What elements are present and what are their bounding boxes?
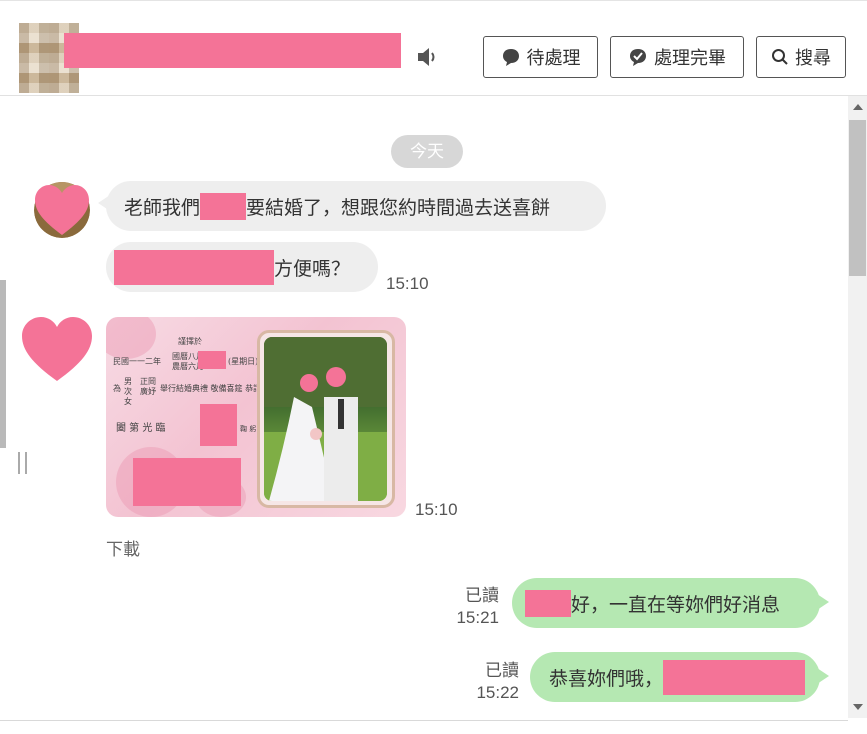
search-button[interactable]: 搜尋 <box>756 36 846 78</box>
done-button[interactable]: 處理完畢 <box>610 36 744 78</box>
invite-text: 男次 女 <box>124 377 132 406</box>
redacted-name <box>525 589 571 617</box>
message-bubble-2[interactable]: 方便嗎？ <box>106 242 378 292</box>
invite-text: 鞠 躬 <box>240 425 257 433</box>
message-time: 15:21 <box>456 608 499 627</box>
invite-text: (星期日) <box>228 357 259 366</box>
redacted-text <box>663 659 806 695</box>
search-label: 搜尋 <box>795 48 831 68</box>
sender-avatar-heart-icon[interactable] <box>20 315 94 383</box>
chat-header: 待處理 處理完畢 搜尋 <box>0 0 867 96</box>
message-time: 15:10 <box>415 500 458 519</box>
read-label: 已讀 <box>485 661 519 680</box>
done-label: 處理完畢 <box>654 48 726 68</box>
invite-text: 農曆 <box>172 362 188 371</box>
resize-handle[interactable] <box>18 452 27 474</box>
message-bubble-out-2[interactable]: 恭喜妳們哦， <box>530 652 829 702</box>
invite-text: 為 <box>113 384 121 393</box>
contact-name-redacted <box>64 33 401 68</box>
search-icon <box>772 49 788 65</box>
redacted-text <box>133 458 241 506</box>
pending-label: 待處理 <box>526 48 581 68</box>
wedding-invitation-image[interactable]: 謹擇於 民國一一二年 國曆 農曆 八月 六月 (星期日) 為 男次 女 正岡 廣… <box>106 317 406 517</box>
read-receipt: 已讀 15:22 <box>460 660 519 704</box>
speaker-icon[interactable] <box>416 46 440 68</box>
message-text-part: 方便嗎？ <box>274 258 351 280</box>
invite-text: 謹擇於 <box>178 337 202 346</box>
read-receipt: 已讀 15:21 <box>440 585 499 629</box>
invite-text: 闔 第 光 臨 <box>116 423 166 434</box>
message-bubble-out-1[interactable]: 好，一直在等妳們好消息 <box>512 578 829 628</box>
redacted-name <box>200 404 237 446</box>
message-text-part: 恭喜妳們哦， <box>549 668 664 690</box>
download-link[interactable]: 下載 <box>106 535 140 560</box>
date-separator: 今天 <box>391 135 463 168</box>
left-edge-strip <box>0 280 6 448</box>
read-label: 已讀 <box>465 586 499 605</box>
invite-text: 舉行結婚典禮 敬備喜筵 恭請 <box>160 384 262 393</box>
invite-text: 民國一一二年 <box>113 357 161 366</box>
vertical-scrollbar[interactable] <box>848 96 867 718</box>
pending-button[interactable]: 待處理 <box>483 36 598 78</box>
message-text-part: 好，一直在等妳們好消息 <box>571 594 781 616</box>
message-text-part: 老師我們 <box>124 197 201 219</box>
check-bubble-icon <box>630 49 646 66</box>
scroll-down-arrow-icon[interactable] <box>853 704 863 710</box>
sender-avatar-heart-icon[interactable] <box>33 181 91 239</box>
message-time: 15:10 <box>386 274 429 293</box>
message-time: 15:22 <box>476 683 519 702</box>
divider <box>0 720 848 721</box>
scroll-thumb[interactable] <box>849 120 866 276</box>
redacted-name <box>200 192 247 220</box>
message-text-part: 要結婚了，想跟您約時間過去送喜餅 <box>246 197 551 219</box>
redacted-date <box>198 351 226 369</box>
invite-text: 正岡 廣妤 <box>140 377 156 396</box>
message-bubble-1[interactable]: 老師我們 要結婚了，想跟您約時間過去送喜餅 <box>98 181 606 231</box>
scroll-up-arrow-icon[interactable] <box>853 104 863 110</box>
wedding-photo <box>264 337 387 501</box>
invite-text: 國曆 <box>172 352 188 361</box>
chat-bubble-icon <box>502 49 519 66</box>
redacted-text <box>114 249 274 285</box>
